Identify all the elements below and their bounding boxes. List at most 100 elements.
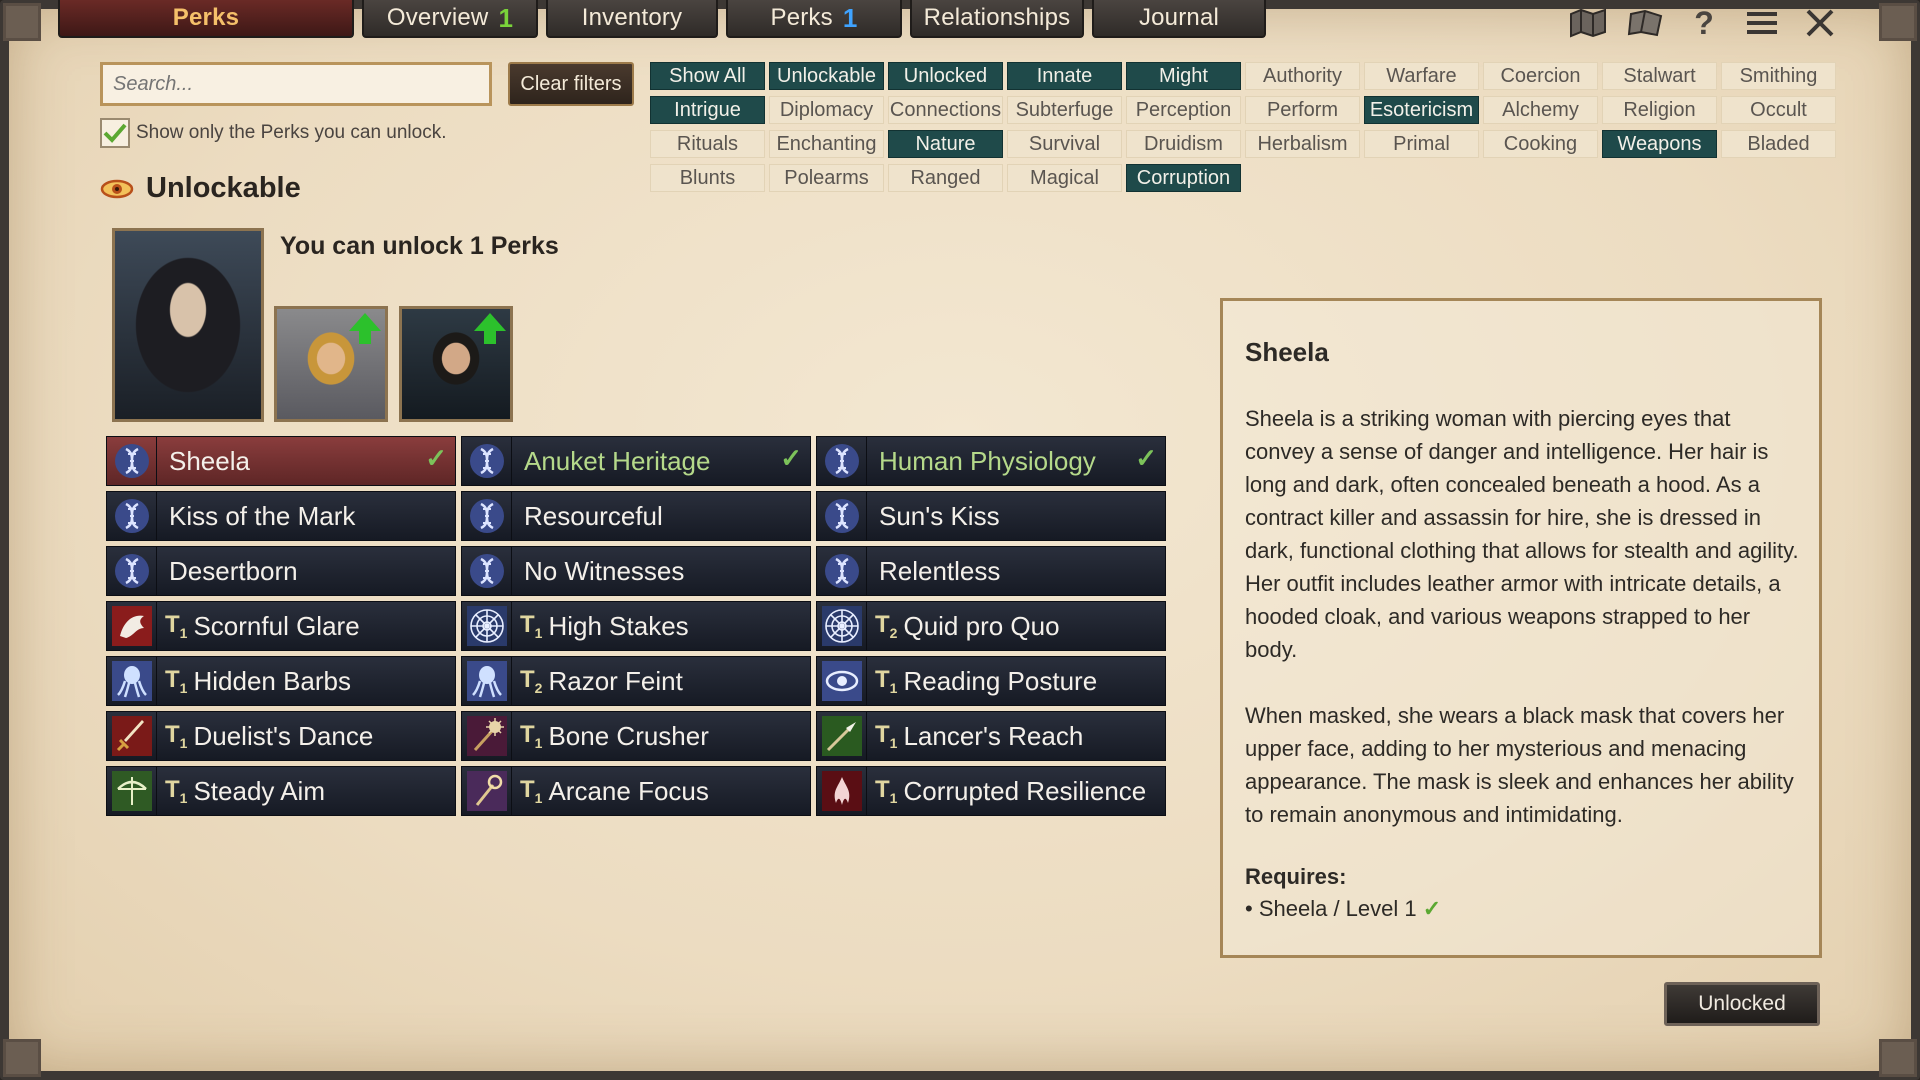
filter-enchanting[interactable]: Enchanting (769, 130, 884, 158)
filter-cooking[interactable]: Cooking (1483, 130, 1598, 158)
perk-kiss-of-the-mark[interactable]: Kiss of the Mark (106, 491, 456, 541)
tab-perks-header[interactable]: Perks (58, 0, 354, 38)
clear-filters-button[interactable]: Clear filters (508, 62, 634, 106)
companion-portrait-dark[interactable] (399, 306, 513, 422)
filter-blunts[interactable]: Blunts (650, 164, 765, 192)
perk-sun-s-kiss[interactable]: Sun's Kiss (816, 491, 1166, 541)
filter-connections[interactable]: Connections (888, 96, 1003, 124)
filter-polearms[interactable]: Polearms (769, 164, 884, 192)
filter-perform[interactable]: Perform (1245, 96, 1360, 124)
menu-icon[interactable] (1742, 6, 1782, 40)
perk-tier: T1 (520, 776, 543, 806)
perk-no-witnesses[interactable]: No Witnesses (461, 546, 811, 596)
dragon-icon (107, 601, 157, 651)
perk-corrupted-resilience[interactable]: T1 Corrupted Resilience (816, 766, 1166, 816)
perk-tier-number: 1 (534, 624, 543, 641)
filter-weapons[interactable]: Weapons (1602, 130, 1717, 158)
perk-tier: T1 (875, 666, 898, 696)
filter-ranged[interactable]: Ranged (888, 164, 1003, 192)
tab-perks[interactable]: Perks 1 (726, 0, 902, 38)
filter-occult[interactable]: Occult (1721, 96, 1836, 124)
filter-might[interactable]: Might (1126, 62, 1241, 90)
filter-druidism[interactable]: Druidism (1126, 130, 1241, 158)
search-input[interactable] (100, 62, 492, 106)
tab-relationships[interactable]: Relationships (910, 0, 1084, 38)
filter-show-all[interactable]: Show All (650, 62, 765, 90)
book-icon[interactable] (1626, 6, 1666, 40)
perk-reading-posture[interactable]: T1 Reading Posture (816, 656, 1166, 706)
dna-icon (107, 491, 157, 541)
tab-label: Perks (770, 4, 833, 31)
filter-unlocked[interactable]: Unlocked (888, 62, 1003, 90)
perk-list: Sheela ✓ Anuket Heritage ✓ Human Physiology ✓… (106, 436, 1166, 816)
filter-warfare[interactable]: Warfare (1364, 62, 1479, 90)
perk-tier-number: 1 (534, 734, 543, 751)
perk-lancer-s-reach[interactable]: T1 Lancer's Reach (816, 711, 1166, 761)
web-icon (817, 601, 867, 651)
filter-authority[interactable]: Authority (1245, 62, 1360, 90)
filter-smithing[interactable]: Smithing (1721, 62, 1836, 90)
filter-magical[interactable]: Magical (1007, 164, 1122, 192)
filter-perception[interactable]: Perception (1126, 96, 1241, 124)
perk-razor-feint[interactable]: T2 Razor Feint (461, 656, 811, 706)
filter-esotericism[interactable]: Esotericism (1364, 96, 1479, 124)
filter-diplomacy[interactable]: Diplomacy (769, 96, 884, 124)
tab-journal[interactable]: Journal (1092, 0, 1266, 38)
tab-overview[interactable]: Overview 1 (362, 0, 538, 38)
checkbox[interactable] (100, 118, 130, 148)
filter-rituals[interactable]: Rituals (650, 130, 765, 158)
perk-scornful-glare[interactable]: T1 Scornful Glare (106, 601, 456, 651)
only-unlockable-toggle[interactable]: Show only the Perks you can unlock. (100, 118, 447, 148)
perk-arcane-focus[interactable]: T1 Arcane Focus (461, 766, 811, 816)
perk-name: Hidden Barbs (193, 665, 352, 696)
filter-alchemy[interactable]: Alchemy (1483, 96, 1598, 124)
perk-high-stakes[interactable]: T1 High Stakes (461, 601, 811, 651)
filter-intrigue[interactable]: Intrigue (650, 96, 765, 124)
tab-inventory[interactable]: Inventory (546, 0, 718, 38)
help-icon[interactable]: ? (1684, 5, 1724, 41)
perk-anuket-heritage[interactable]: Anuket Heritage ✓ (461, 436, 811, 486)
filter-primal[interactable]: Primal (1364, 130, 1479, 158)
top-icon-bar: ? (1568, 5, 1840, 41)
sword-icon (107, 711, 157, 761)
perk-human-physiology[interactable]: Human Physiology ✓ (816, 436, 1166, 486)
perk-bone-crusher[interactable]: T1 Bone Crusher (461, 711, 811, 761)
filter-innate[interactable]: Innate (1007, 62, 1122, 90)
perk-hidden-barbs[interactable]: T1 Hidden Barbs (106, 656, 456, 706)
filter-subterfuge[interactable]: Subterfuge (1007, 96, 1122, 124)
perk-quid-pro-quo[interactable]: T2 Quid pro Quo (816, 601, 1166, 651)
perk-desertborn[interactable]: Desertborn (106, 546, 456, 596)
unlocked-status-button[interactable]: Unlocked (1664, 982, 1820, 1026)
filter-unlockable[interactable]: Unlockable (769, 62, 884, 90)
check-icon: ✓ (1422, 896, 1442, 921)
filter-survival[interactable]: Survival (1007, 130, 1122, 158)
perk-sheela[interactable]: Sheela ✓ (106, 436, 456, 486)
perk-name: High Stakes (548, 610, 689, 641)
perk-resourceful[interactable]: Resourceful (461, 491, 811, 541)
companion-portrait-blond[interactable] (274, 306, 388, 422)
perk-name: Scornful Glare (193, 610, 360, 641)
perk-tier-number: 2 (534, 679, 543, 696)
filter-bladed[interactable]: Bladed (1721, 130, 1836, 158)
map-icon[interactable] (1568, 6, 1608, 40)
perk-steady-aim[interactable]: T1 Steady Aim (106, 766, 456, 816)
detail-description-mask: When masked, she wears a black mask that… (1245, 703, 1794, 827)
perk-name: Relentless (879, 555, 1001, 586)
frame-corner-ornament (3, 1039, 41, 1077)
perk-relentless[interactable]: Relentless (816, 546, 1166, 596)
corruption-icon (817, 766, 867, 816)
filter-coercion[interactable]: Coercion (1483, 62, 1598, 90)
perk-name: Human Physiology (879, 445, 1096, 476)
filter-corruption[interactable]: Corruption (1126, 164, 1241, 192)
filter-religion[interactable]: Religion (1602, 96, 1717, 124)
dna-icon (817, 436, 867, 486)
perk-duelist-s-dance[interactable]: T1 Duelist's Dance (106, 711, 456, 761)
filter-nature[interactable]: Nature (888, 130, 1003, 158)
close-icon[interactable] (1800, 6, 1840, 40)
filter-herbalism[interactable]: Herbalism (1245, 130, 1360, 158)
filter-stalwart[interactable]: Stalwart (1602, 62, 1717, 90)
tab-label: Overview (386, 4, 489, 31)
main-character-portrait[interactable] (112, 228, 264, 422)
perk-name: No Witnesses (524, 555, 685, 586)
squid-icon (462, 656, 512, 706)
